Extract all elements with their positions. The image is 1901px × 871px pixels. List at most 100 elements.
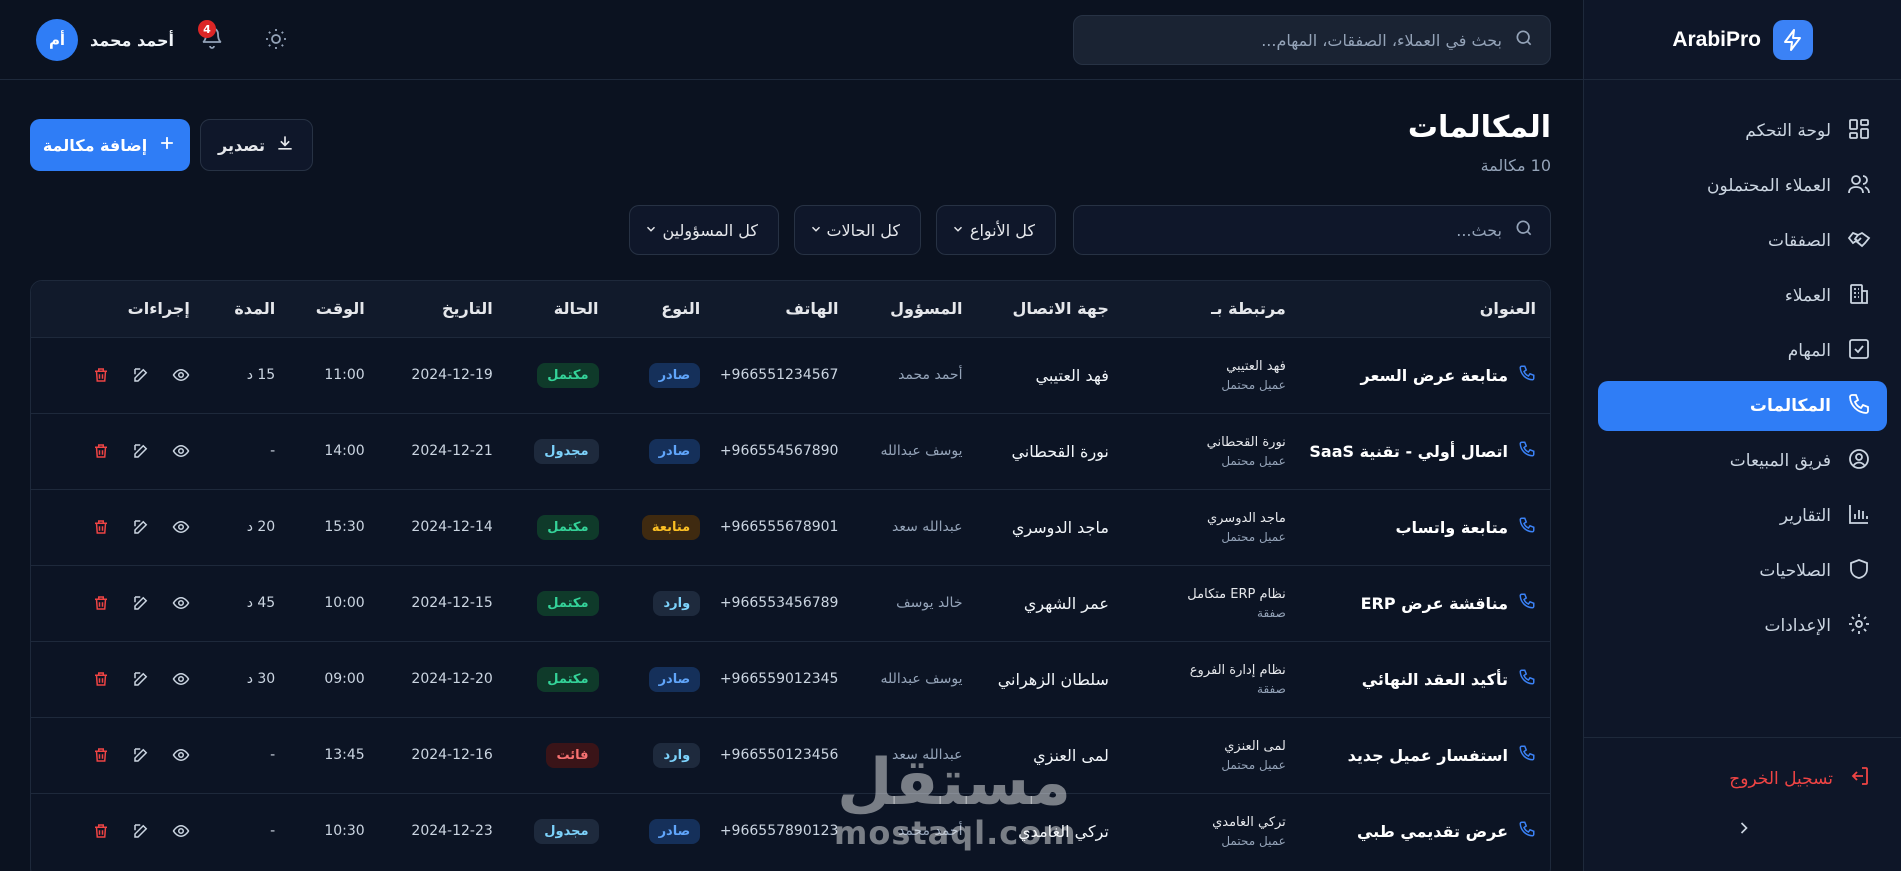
duration-cell: 15 د (246, 367, 276, 383)
eye-icon[interactable] (172, 442, 190, 460)
phone-icon (1518, 516, 1536, 538)
calls-search-input[interactable]: بحث... (1073, 205, 1551, 255)
column-header: إجراءات (127, 299, 190, 319)
sidebar-item-deals[interactable]: الصفقات (1598, 216, 1887, 266)
sidebar-item-label: الصلاحيات (1759, 561, 1831, 581)
type-cell: صادر (607, 641, 709, 717)
date-cell: 2024-12-19 (411, 367, 493, 383)
brand[interactable]: ArabiPro (1584, 0, 1901, 80)
related-type: عميل محتمل (1221, 833, 1286, 848)
owner-filter-select[interactable]: كل المسؤولين (629, 205, 779, 255)
actions-cell (31, 641, 198, 717)
phone-cell: +966551234567 (719, 367, 839, 383)
eye-icon[interactable] (172, 518, 190, 536)
title-cell[interactable]: اتصال أولي - تقنية SaaS (1294, 413, 1550, 489)
edit-icon[interactable] (132, 518, 150, 536)
table-row[interactable]: استفسار عميل جديد لمى العنزي عميل محتمل لمى… (31, 717, 1550, 793)
sidebar-item-tasks[interactable]: المهام (1598, 326, 1887, 376)
trash-icon[interactable] (92, 518, 110, 536)
trash-icon[interactable] (92, 594, 110, 612)
trash-icon[interactable] (92, 442, 110, 460)
column-header[interactable]: جهة الاتصال (970, 281, 1116, 337)
title-cell[interactable]: تأكيد العقد النهائي (1294, 641, 1550, 717)
related-name: نظام إدارة الفروع (1189, 662, 1286, 678)
column-header[interactable]: المدة (198, 281, 283, 337)
download-icon (275, 133, 295, 157)
table-row[interactable]: تأكيد العقد النهائي نظام إدارة الفروع صفقة… (31, 641, 1550, 717)
sidebar-item-sales-team[interactable]: فريق المبيعات (1598, 436, 1887, 486)
calls-table: العنوان مرتبطة بـ جهة الاتصال المسؤول ال… (30, 280, 1551, 871)
column-header[interactable]: العنوان (1294, 281, 1550, 337)
checkbox-icon (1847, 337, 1871, 366)
collapse-sidebar-button[interactable] (1734, 818, 1754, 842)
sidebar-item-permissions[interactable]: الصلاحيات (1598, 546, 1887, 596)
title-cell[interactable]: متابعة واتساب (1294, 489, 1550, 565)
eye-icon[interactable] (172, 594, 190, 612)
column-header[interactable]: مرتبطة بـ (1117, 281, 1294, 337)
type-cell: صادر (607, 337, 709, 413)
title-cell[interactable]: استفسار عميل جديد (1294, 717, 1550, 793)
eye-icon[interactable] (172, 746, 190, 764)
related-cell: لمى العنزي عميل محتمل (1117, 717, 1294, 793)
plus-icon (157, 133, 177, 157)
trash-icon[interactable] (92, 822, 110, 840)
table-row[interactable]: اتصال أولي - تقنية SaaS نورة القحطاني عميل… (31, 413, 1550, 489)
lightning-icon (1773, 19, 1813, 60)
sidebar-item-settings[interactable]: الإعدادات (1598, 601, 1887, 651)
table-row[interactable]: متابعة عرض السعر فهد العتيبي عميل محتمل فهد… (31, 337, 1550, 413)
owner-filter-value: كل المسؤولين (662, 220, 758, 240)
theme-toggle-button[interactable] (264, 27, 288, 55)
owner-cell: عبدالله سعد (891, 747, 963, 763)
type-filter-select[interactable]: كل الأنواع (936, 205, 1056, 255)
status-filter-select[interactable]: كل الحالات (794, 205, 921, 255)
sidebar-item-leads[interactable]: العملاء المحتملون (1598, 161, 1887, 211)
export-button[interactable]: تصدير (200, 119, 313, 171)
notification-badge: 4 (198, 20, 216, 38)
logout-icon (1847, 764, 1871, 793)
column-header[interactable]: الحالة (501, 281, 607, 337)
global-search-input[interactable]: بحث في العملاء، الصفقات، المهام... (1073, 15, 1551, 65)
title-cell[interactable]: مناقشة عرض ERP (1294, 565, 1550, 641)
eye-icon[interactable] (172, 822, 190, 840)
edit-icon[interactable] (132, 746, 150, 764)
edit-icon[interactable] (132, 594, 150, 612)
related-cell: نظام إدارة الفروع صفقة (1117, 641, 1294, 717)
contact-cell: نورة القحطاني (1011, 441, 1109, 461)
column-header[interactable]: النوع (607, 281, 709, 337)
column-header[interactable]: المسؤول (846, 281, 970, 337)
trash-icon[interactable] (92, 366, 110, 384)
sidebar-nav: لوحة التحكم العملاء المحتملون الصفقات ال… (1584, 80, 1901, 651)
bar-chart-icon (1847, 502, 1871, 531)
status-badge: مكتمل (537, 362, 599, 388)
table-row[interactable]: عرض تقديمي طبي تركي الغامدي عميل محتمل تركي… (31, 793, 1550, 869)
eye-icon[interactable] (172, 366, 190, 384)
edit-icon[interactable] (132, 366, 150, 384)
column-header[interactable]: الوقت (283, 281, 372, 337)
phone-cell: +966554567890 (719, 443, 839, 459)
title-cell[interactable]: متابعة عرض السعر (1294, 337, 1550, 413)
sidebar-item-calls[interactable]: المكالمات (1598, 381, 1887, 431)
table-header-row: العنوان مرتبطة بـ جهة الاتصال المسؤول ال… (31, 281, 1550, 337)
title-cell[interactable]: عرض تقديمي طبي (1294, 793, 1550, 869)
edit-icon[interactable] (132, 670, 150, 688)
sidebar-item-customers[interactable]: العملاء (1598, 271, 1887, 321)
eye-icon[interactable] (172, 670, 190, 688)
edit-icon[interactable] (132, 822, 150, 840)
column-header[interactable]: الهاتف (708, 281, 846, 337)
owner-cell: عبدالله سعد (891, 519, 963, 535)
status-cell: مكتمل (501, 337, 607, 413)
table-row[interactable]: مناقشة عرض ERP نظام ERP متكامل صفقة عمر الش… (31, 565, 1550, 641)
add-call-button[interactable]: إضافة مكالمة (30, 119, 190, 171)
logout-button[interactable]: تسجيل الخروج (1729, 764, 1871, 793)
chevron-down-icon (809, 221, 823, 240)
sidebar-item-dashboard[interactable]: لوحة التحكم (1598, 106, 1887, 156)
sidebar-item-reports[interactable]: التقارير (1598, 491, 1887, 541)
user-menu[interactable]: أم أحمد محمد (36, 19, 174, 61)
trash-icon[interactable] (92, 670, 110, 688)
edit-icon[interactable] (132, 442, 150, 460)
date-cell: 2024-12-23 (411, 823, 493, 840)
trash-icon[interactable] (92, 746, 110, 764)
column-header[interactable]: التاريخ (373, 281, 501, 337)
actions-cell (31, 717, 198, 793)
table-row[interactable]: متابعة واتساب ماجد الدوسري عميل محتمل ماجد … (31, 489, 1550, 565)
